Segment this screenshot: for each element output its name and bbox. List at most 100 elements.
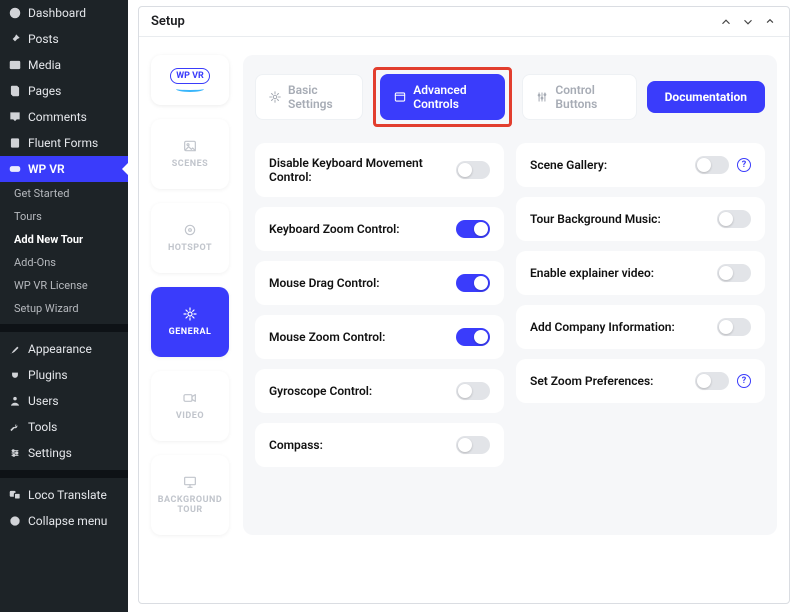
toggle-switch[interactable] — [695, 372, 729, 390]
sidebar-item-users[interactable]: Users — [0, 388, 128, 414]
sidebar-item-loco-translate[interactable]: Loco Translate — [0, 482, 128, 508]
collapse-icon — [8, 514, 22, 528]
setting-row: Scene Gallery:? — [516, 143, 765, 187]
setting-label: Scene Gallery: — [530, 158, 607, 172]
setting-label: Tour Background Music: — [530, 212, 661, 226]
setup-panel: Setup WP VR SCENES HOTSPOT GENERAL VIDEO BAC… — [138, 6, 790, 604]
toggle-switch[interactable] — [456, 436, 490, 454]
user-icon — [8, 394, 22, 408]
setting-row: Disable Keyboard Movement Control: — [255, 143, 504, 197]
settings-card: Basic Settings Advanced Controls Control B… — [243, 55, 777, 535]
sidebar-item-label: WP VR — [28, 162, 65, 176]
content-area: Setup WP VR SCENES HOTSPOT GENERAL VIDEO BAC… — [128, 0, 800, 612]
highlight-ring: Advanced Controls — [373, 67, 512, 127]
sidebar-separator — [0, 324, 128, 332]
vtab-label: HOTSPOT — [168, 244, 212, 254]
logo-text: WP VR — [170, 68, 210, 84]
setting-row: Tour Background Music: — [516, 197, 765, 241]
sidebar-item-tools[interactable]: Tools — [0, 414, 128, 440]
toggle-switch[interactable] — [456, 220, 490, 238]
htab-label: Advanced Controls — [413, 83, 492, 111]
sidebar-item-label: Pages — [28, 84, 61, 98]
vtab-hotspot[interactable]: HOTSPOT — [151, 203, 229, 273]
sidebar-item-posts[interactable]: Posts — [0, 26, 128, 52]
htab-control-buttons[interactable]: Control Buttons — [522, 74, 636, 120]
sidebar-item-plugins[interactable]: Plugins — [0, 362, 128, 388]
sidebar-sub-add-new-tour[interactable]: Add New Tour — [0, 228, 128, 251]
sidebar-item-dashboard[interactable]: Dashboard — [0, 0, 128, 26]
gear-icon — [182, 306, 198, 322]
sidebar-sub-wp-vr-license[interactable]: WP VR License — [0, 274, 128, 297]
gear-icon — [268, 90, 282, 104]
sidebar-item-label: Settings — [28, 446, 72, 460]
setting-label: Compass: — [269, 438, 323, 452]
accordion-toggle-button[interactable] — [763, 15, 777, 29]
wpvr-logo: WP VR — [151, 55, 229, 105]
vtab-label: BACKGROUND TOUR — [155, 496, 225, 516]
sidebar-sub-get-started[interactable]: Get Started — [0, 182, 128, 205]
sidebar-sub-tours[interactable]: Tours — [0, 205, 128, 228]
form-icon — [8, 136, 22, 150]
info-icon[interactable]: ? — [737, 374, 751, 388]
setting-row: Enable explainer video: — [516, 251, 765, 295]
plugin-icon — [8, 368, 22, 382]
sidebar-item-fluent-forms[interactable]: Fluent Forms — [0, 130, 128, 156]
info-icon[interactable]: ? — [737, 158, 751, 172]
setting-label: Enable explainer video: — [530, 266, 654, 280]
sidebar-item-appearance[interactable]: Appearance — [0, 336, 128, 362]
settings-columns: Disable Keyboard Movement Control: Keyboa… — [255, 143, 765, 467]
vtab-video[interactable]: VIDEO — [151, 371, 229, 441]
settings-icon — [8, 446, 22, 460]
setting-label: Mouse Drag Control: — [269, 276, 379, 290]
logo-ring-icon — [176, 86, 204, 92]
setting-label: Keyboard Zoom Control: — [269, 222, 400, 236]
page-icon — [8, 84, 22, 98]
panel-header: Setup — [139, 7, 789, 37]
toggle-switch[interactable] — [456, 161, 490, 179]
sidebar-item-label: Tools — [28, 420, 57, 434]
sidebar-item-settings[interactable]: Settings — [0, 440, 128, 466]
sidebar-item-label: Comments — [28, 110, 87, 124]
tools-icon — [8, 420, 22, 434]
toggle-switch[interactable] — [456, 382, 490, 400]
monitor-icon — [182, 474, 198, 490]
setting-row: Keyboard Zoom Control: — [255, 207, 504, 251]
sidebar-item-wp-vr[interactable]: WP VR — [0, 156, 128, 182]
vtab-general[interactable]: GENERAL — [151, 287, 229, 357]
htab-advanced-controls[interactable]: Advanced Controls — [380, 74, 505, 120]
toggle-switch[interactable] — [456, 328, 490, 346]
wpvr-icon — [8, 162, 22, 176]
toggle-switch[interactable] — [717, 318, 751, 336]
sidebar-item-label: Media — [28, 58, 61, 72]
sidebar-item-comments[interactable]: Comments — [0, 104, 128, 130]
vtab-background-tour[interactable]: BACKGROUND TOUR — [151, 455, 229, 535]
sidebar-item-label: Dashboard — [28, 6, 86, 20]
collapse-down-button[interactable] — [741, 15, 755, 29]
settings-right-column: Scene Gallery:? Tour Background Music: Ena… — [516, 143, 765, 467]
toggle-switch[interactable] — [456, 274, 490, 292]
sidebar-sub-add-ons[interactable]: Add-Ons — [0, 251, 128, 274]
panel-title: Setup — [151, 14, 185, 29]
vtab-scenes[interactable]: SCENES — [151, 119, 229, 189]
sidebar-item-pages[interactable]: Pages — [0, 78, 128, 104]
toggle-switch[interactable] — [695, 156, 729, 174]
vtab-label: SCENES — [172, 160, 208, 170]
toggle-switch[interactable] — [717, 210, 751, 228]
vertical-tabs: WP VR SCENES HOTSPOT GENERAL VIDEO BACKGROUN… — [151, 55, 229, 535]
setting-label: Mouse Zoom Control: — [269, 330, 385, 344]
sidebar-separator — [0, 470, 128, 478]
documentation-button[interactable]: Documentation — [647, 81, 765, 113]
media-icon — [8, 58, 22, 72]
video-icon — [182, 390, 198, 406]
settings-left-column: Disable Keyboard Movement Control: Keyboa… — [255, 143, 504, 467]
sidebar-item-label: Posts — [28, 32, 59, 46]
htab-basic-settings[interactable]: Basic Settings — [255, 74, 363, 120]
wp-admin-sidebar: Dashboard Posts Media Pages Comments Fluent F… — [0, 0, 128, 612]
sidebar-item-media[interactable]: Media — [0, 52, 128, 78]
horizontal-tabs: Basic Settings Advanced Controls Control B… — [255, 67, 765, 127]
collapse-up-button[interactable] — [719, 15, 733, 29]
sidebar-item-collapse-menu[interactable]: Collapse menu — [0, 508, 128, 534]
vtab-label: VIDEO — [176, 412, 204, 422]
toggle-switch[interactable] — [717, 264, 751, 282]
sidebar-sub-setup-wizard[interactable]: Setup Wizard — [0, 297, 128, 320]
